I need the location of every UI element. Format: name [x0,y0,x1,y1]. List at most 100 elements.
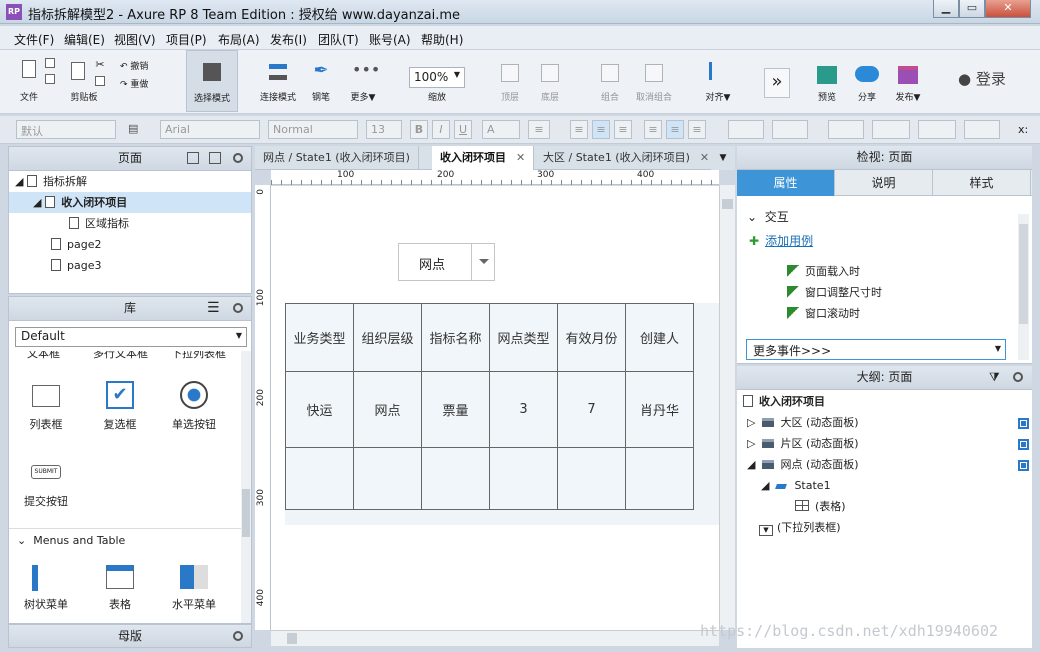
tab-state1-outlet[interactable]: 网点 / State1 (收入闭环项目) [255,146,419,170]
scrollbar-thumb[interactable] [287,633,297,644]
connect-mode-tool[interactable]: 连接模式 [256,50,300,112]
align-left-icon[interactable]: ≡ [570,120,588,139]
minimize-button[interactable]: ▁ [933,0,959,18]
tab-properties[interactable]: 属性 [737,170,835,196]
interactions-section[interactable]: ⌄ 交互 [747,208,789,225]
submit-widget[interactable]: SUBMIT 提交按钮 [11,463,81,509]
font-color-button[interactable]: A [482,120,520,139]
bullet-list-icon[interactable]: ≡ [528,120,550,139]
add-page-icon[interactable] [187,152,199,164]
visibility-icon[interactable] [1018,418,1029,429]
line-style-button[interactable] [918,120,956,139]
redo-button[interactable]: ↷ 重做 [120,77,148,90]
pen-tool[interactable]: ✒ 钢笔 [306,50,336,112]
ungroup-tool[interactable]: 取消组合 [630,50,678,112]
outline-item[interactable]: (表格) [795,497,846,517]
valign-middle-icon[interactable]: ≡ [666,120,684,139]
page-item[interactable]: page3 [9,255,251,276]
table-header-cell[interactable]: 创建人 [625,303,694,372]
library-scrollbar[interactable] [241,351,251,623]
bring-top-tool[interactable]: 顶层 [492,50,528,112]
filter-icon[interactable]: ⧩ [989,366,1000,389]
table-cell[interactable]: 网点 [353,371,422,448]
file-tool[interactable]: 文件 [14,50,44,112]
horizontal-menu-widget[interactable]: 水平菜单 [159,565,229,612]
table-cell[interactable] [285,447,354,510]
tab-style[interactable]: 样式 [933,170,1031,196]
radio-widget[interactable]: 单选按钮 [159,381,229,432]
table-header-cell[interactable]: 指标名称 [421,303,490,372]
event-window-resize[interactable]: 窗口调整尺寸时 [787,284,882,300]
visibility-icon[interactable] [1018,439,1029,450]
font-select[interactable]: Arial [160,120,260,139]
font-size-select[interactable]: 13 [366,120,402,139]
zoom-select[interactable]: 100% ▼ [409,67,465,88]
table-header-cell[interactable]: 业务类型 [285,303,354,372]
add-case-link[interactable]: ✚ 添加用例 [749,232,813,249]
save-tool[interactable] [44,50,56,112]
scrollbar-thumb[interactable] [722,199,733,209]
canvas-horizontal-scrollbar[interactable] [271,630,719,646]
publish-tool[interactable]: 发布▼ [890,50,926,112]
page-item-selected[interactable]: ◢ 收入闭环项目 [9,192,251,213]
visibility-icon[interactable] [1018,460,1029,471]
format-painter-icon[interactable]: ▤ [124,120,144,139]
restore-button[interactable]: ▭ [959,0,985,18]
font-weight-select[interactable]: Normal [268,120,358,139]
fill-color-button[interactable] [728,120,764,139]
undo-button[interactable]: ↶ 撤销 [120,59,148,72]
add-folder-icon[interactable] [209,152,221,164]
menu-icon[interactable]: ☰ [207,297,220,320]
close-icon[interactable]: ✕ [516,151,525,164]
table-cell[interactable]: 快运 [285,371,354,448]
menu-edit[interactable]: 编辑(E) [64,31,105,48]
more-events-select[interactable]: 更多事件>>> ▼ [746,339,1006,360]
close-button[interactable]: ✕ [985,0,1031,18]
bold-button[interactable]: B [410,120,428,139]
menu-account[interactable]: 账号(A) [369,31,411,48]
menu-team[interactable]: 团队(T) [318,31,359,48]
align-right-icon[interactable]: ≡ [614,120,632,139]
table-cell[interactable]: 肖丹华 [625,371,694,448]
menu-help[interactable]: 帮助(H) [421,31,463,48]
tab-revenue-loop[interactable]: 收入闭环项目 ✕ [432,146,535,170]
page-item[interactable]: 区域指标 [9,213,251,234]
page-item[interactable]: ◢ 指标拆解 [9,171,251,192]
design-canvas[interactable]: 网点 业务类型 组织层级 指标名称 网点类型 有效月份 创建人 快运 网点 票量… [271,186,719,630]
table-header-cell[interactable]: 有效月份 [557,303,626,372]
valign-top-icon[interactable]: ≡ [644,120,662,139]
event-window-scroll[interactable]: 窗口滚动时 [787,305,860,321]
menu-layout[interactable]: 布局(A) [218,31,260,48]
table-cell[interactable]: 3 [489,371,558,448]
menu-view[interactable]: 视图(V) [114,31,156,48]
share-tool[interactable]: 分享 [850,50,884,112]
table-cell[interactable] [489,447,558,510]
scrollbar-thumb[interactable] [242,489,250,537]
menus-table-section[interactable]: ⌄ Menus and Table [17,534,125,547]
inspector-scrollbar[interactable] [1018,214,1029,360]
italic-button[interactable]: I [432,120,450,139]
data-table[interactable]: 业务类型 组织层级 指标名称 网点类型 有效月份 创建人 快运 网点 票量 3 … [285,303,694,510]
canvas-vertical-scrollbar[interactable] [719,185,735,630]
checkbox-widget[interactable]: ✔ 复选框 [85,381,155,432]
outline-item[interactable]: ▷ 大区 (动态面板) [747,413,859,433]
page-item[interactable]: page2 [9,234,251,255]
menu-file[interactable]: 文件(F) [14,31,54,48]
table-cell[interactable] [625,447,694,510]
align-tool[interactable]: 对齐▼ [700,50,736,112]
style-select[interactable]: 默认 [16,120,116,139]
tab-list-dropdown[interactable]: ▼ [711,146,735,170]
scrollbar-thumb[interactable] [1019,224,1028,324]
menu-publish[interactable]: 发布(I) [270,31,307,48]
cut-copy-tool[interactable]: ✂ [92,50,108,112]
tree-menu-widget[interactable]: 树状菜单 [11,565,81,612]
close-icon[interactable]: ✕ [700,151,709,164]
send-bottom-tool[interactable]: 底层 [532,50,568,112]
more-tool[interactable]: ••• 更多▼ [346,50,381,112]
tab-notes[interactable]: 说明 [835,170,933,196]
table-cell[interactable] [557,447,626,510]
tab-state1-region[interactable]: 大区 / State1 (收入闭环项目) ✕ [535,146,719,170]
line-width-button[interactable] [872,120,910,139]
valign-bottom-icon[interactable]: ≡ [688,120,706,139]
outline-root[interactable]: 收入闭环项目 [743,392,825,412]
